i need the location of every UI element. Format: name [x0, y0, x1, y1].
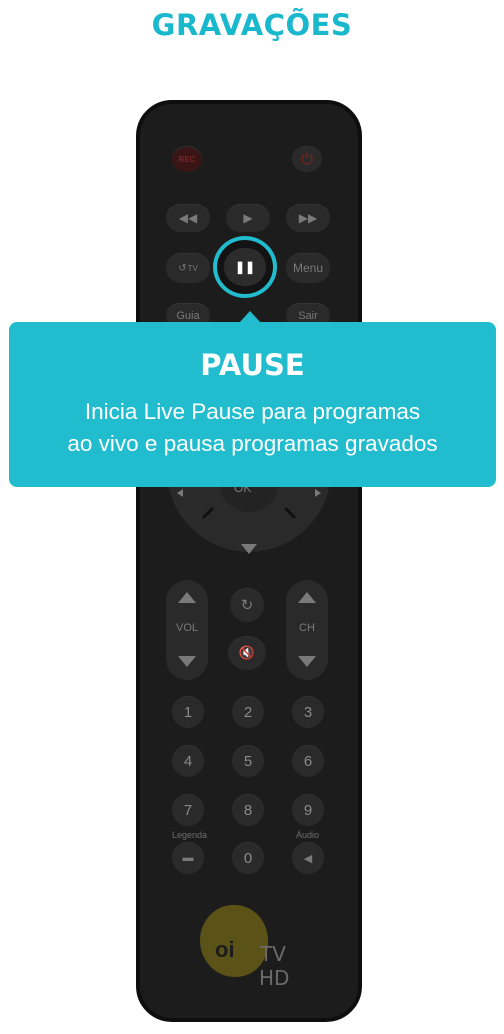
- play-button[interactable]: ▶: [226, 204, 270, 232]
- digit-4-button[interactable]: 4: [172, 745, 204, 777]
- page-title: GRAVAÇÕES: [151, 8, 353, 42]
- tooltip-description: Inicia Live Pause para programas ao vivo…: [9, 396, 496, 460]
- volume-up-icon: [178, 592, 196, 603]
- play-icon: ▶: [243, 211, 253, 225]
- subtitle-button[interactable]: ▬: [172, 842, 204, 874]
- oi-logo-text: oi: [215, 937, 235, 962]
- rewind-icon: ◀◀: [178, 211, 198, 225]
- mute-button[interactable]: 🔇: [228, 636, 266, 670]
- pause-button[interactable]: ❚❚: [224, 248, 266, 286]
- digit-0-button[interactable]: 0: [232, 842, 264, 874]
- digit-9-button[interactable]: 9: [292, 794, 324, 826]
- tv-icon: ↺: [178, 262, 187, 274]
- volume-down-icon: [178, 656, 196, 667]
- power-icon: ⏻: [301, 150, 313, 168]
- digit-8-button[interactable]: 8: [232, 794, 264, 826]
- digit-6-button[interactable]: 6: [292, 745, 324, 777]
- power-button[interactable]: ⏻: [292, 146, 322, 172]
- pause-tooltip: PAUSE Inicia Live Pause para programas a…: [9, 311, 496, 487]
- subtitle-icon: ▬: [182, 852, 194, 864]
- fast-forward-icon: ▶▶: [298, 211, 318, 225]
- digit-1-button[interactable]: 1: [172, 696, 204, 728]
- mute-icon: 🔇: [238, 645, 256, 660]
- logo-tv-text: TV: [260, 942, 286, 966]
- fast-forward-button[interactable]: ▶▶: [286, 204, 330, 232]
- digit-2-button[interactable]: 2: [232, 696, 264, 728]
- digit-3-button[interactable]: 3: [292, 696, 324, 728]
- audio-label: Áudio: [296, 830, 320, 840]
- rec-button[interactable]: REC: [172, 146, 202, 172]
- digit-7-button[interactable]: 7: [172, 794, 204, 826]
- vol-label: VOL: [176, 622, 199, 634]
- rewind-button[interactable]: ◀◀: [166, 204, 210, 232]
- back-button[interactable]: ↻: [230, 588, 264, 622]
- tooltip-line-2: ao vivo e pausa programas gravados: [67, 431, 438, 456]
- menu-button[interactable]: Menu: [286, 253, 330, 283]
- legenda-label: Legenda: [172, 830, 208, 840]
- logo-hd-text: HD: [259, 966, 290, 990]
- pause-button-highlight[interactable]: ❚❚: [213, 236, 277, 298]
- tooltip-line-1: Inicia Live Pause para programas: [84, 399, 421, 424]
- digit-5-button[interactable]: 5: [232, 745, 264, 777]
- tv-button[interactable]: ↺ TV: [166, 253, 210, 283]
- channel-up-icon: [298, 592, 316, 603]
- audio-button[interactable]: ◀: [292, 842, 324, 874]
- audio-icon: ◀: [303, 852, 313, 865]
- channel-down-icon: [298, 656, 316, 667]
- back-icon: ↻: [240, 597, 254, 614]
- tooltip-title: PAUSE: [200, 348, 305, 382]
- ch-label: CH: [299, 622, 315, 634]
- pause-icon: ❚❚: [234, 260, 256, 274]
